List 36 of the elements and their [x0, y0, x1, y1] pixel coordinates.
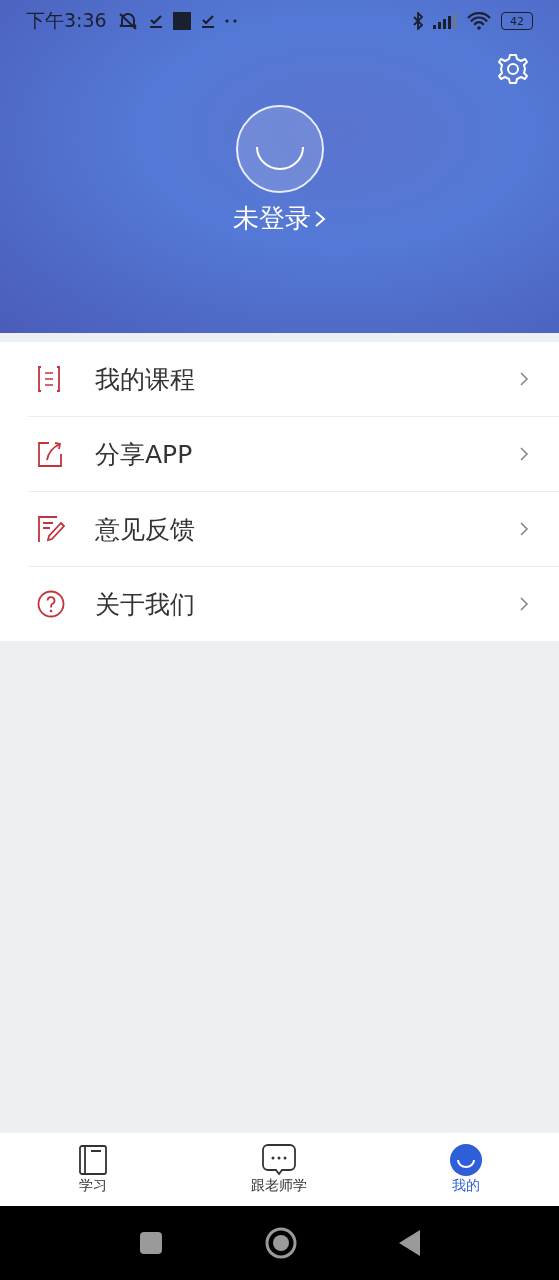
tab[interactable]: 跟老师学 — [204, 1133, 355, 1206]
menu-item[interactable]: 我的课程 — [28, 342, 559, 417]
status-time: 下午3:36 — [26, 8, 107, 33]
login-link[interactable]: 未登录 — [233, 201, 326, 236]
menu-item[interactable]: 意见反馈 — [28, 492, 559, 567]
tab[interactable]: 学习 — [18, 1133, 169, 1206]
chat-bubble-icon — [262, 1144, 297, 1176]
download-done-icon — [200, 13, 215, 29]
settings-icon[interactable] — [496, 52, 530, 86]
recents-button[interactable] — [138, 1231, 163, 1255]
menu-label: 关于我们 — [95, 588, 196, 621]
chevron-right-icon — [519, 445, 529, 463]
home-button[interactable] — [264, 1227, 297, 1259]
chevron-right-icon — [519, 520, 529, 538]
smile-icon — [449, 1144, 482, 1176]
chevron-right-icon — [314, 208, 326, 229]
book-icon — [79, 1145, 108, 1175]
bluetooth-icon — [413, 12, 423, 30]
square-icon — [172, 12, 191, 30]
download-done-icon — [148, 13, 163, 29]
chevron-right-icon — [519, 370, 529, 388]
help-icon — [37, 590, 65, 618]
share-icon — [37, 440, 65, 468]
note-pencil-icon — [37, 515, 65, 543]
signal-icon — [433, 13, 457, 29]
more-dots-icon — [224, 18, 237, 24]
menu-item[interactable]: 分享APP — [28, 417, 559, 492]
menu-item[interactable]: 关于我们 — [28, 567, 559, 641]
chevron-right-icon — [519, 595, 529, 613]
menu-label: 分享APP — [95, 438, 194, 471]
tab[interactable]: 我的 — [390, 1133, 541, 1206]
menu-label: 我的课程 — [95, 363, 196, 396]
wifi-icon — [467, 12, 491, 30]
battery-level: 42 — [510, 14, 524, 28]
menu-label: 意见反馈 — [95, 513, 196, 546]
back-button[interactable] — [398, 1230, 421, 1256]
